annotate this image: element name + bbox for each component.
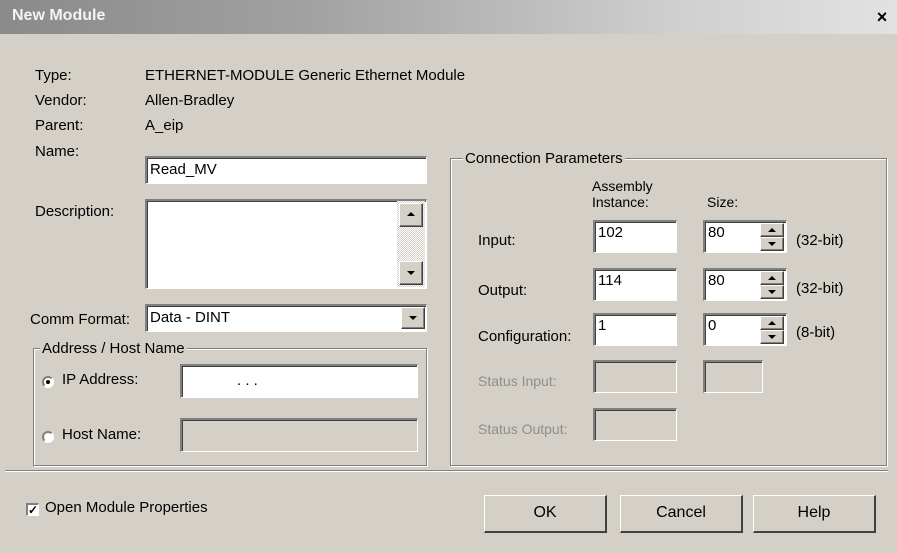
parent-value: A_eip [145, 117, 184, 134]
scroll-up-icon [407, 212, 415, 216]
radio-selected-dot [46, 380, 50, 384]
output-size-up-button[interactable] [760, 271, 784, 285]
output-instance-field[interactable]: 114 [593, 268, 677, 301]
parent-label: Parent: [35, 117, 84, 134]
comm-format-label: Comm Format: [30, 311, 131, 328]
configuration-size-spinner[interactable]: 0 [703, 313, 787, 346]
input-instance-field[interactable]: 102 [593, 220, 677, 253]
assembly-header-line1: Assembly [592, 178, 653, 194]
configuration-unit: (8-bit) [796, 324, 836, 341]
status-output-label: Status Output: [478, 421, 568, 437]
host-name-radio[interactable] [42, 431, 54, 443]
ip-address-field[interactable]: . . . [180, 364, 418, 398]
window-title: New Module [12, 7, 106, 24]
vendor-value: Allen-Bradley [145, 92, 235, 109]
arrow-up-icon [768, 228, 776, 232]
status-output-instance-field [593, 408, 677, 441]
type-label: Type: [35, 67, 72, 84]
cancel-button[interactable]: Cancel [620, 495, 743, 533]
title-bar [0, 0, 897, 34]
description-label: Description: [35, 203, 115, 220]
scroll-down-button[interactable] [399, 261, 423, 285]
input-unit: (32-bit) [796, 232, 844, 249]
check-icon: ✓ [28, 503, 39, 517]
arrow-down-icon [768, 335, 776, 339]
input-size-up-button[interactable] [760, 223, 784, 237]
configuration-instance-value: 1 [598, 317, 607, 334]
output-size-value: 80 [708, 272, 725, 289]
arrow-up-icon [768, 276, 776, 280]
output-size-down-button[interactable] [760, 285, 784, 299]
scroll-up-button[interactable] [399, 203, 423, 227]
name-label: Name: [35, 143, 80, 160]
name-field[interactable]: Read_MV [145, 156, 427, 184]
output-unit: (32-bit) [796, 280, 844, 297]
status-input-size-field [703, 360, 763, 393]
output-label: Output: [478, 282, 528, 299]
input-label: Input: [478, 232, 516, 249]
output-instance-value: 114 [598, 272, 622, 289]
ip-address-value: . . . [237, 372, 258, 389]
comm-format-value: Data - DINT [150, 309, 231, 326]
output-size-spinner[interactable]: 80 [703, 268, 787, 301]
chevron-down-icon [409, 316, 417, 320]
description-field[interactable] [145, 199, 427, 289]
ok-button[interactable]: OK [484, 495, 607, 533]
type-value: ETHERNET-MODULE Generic Ethernet Module [145, 67, 466, 84]
status-input-instance-field [593, 360, 677, 393]
host-name-label: Host Name: [62, 426, 142, 443]
ip-address-label: IP Address: [62, 371, 139, 388]
input-size-value: 80 [708, 224, 725, 241]
open-module-properties-checkbox[interactable]: ✓ [26, 503, 39, 516]
open-module-properties-label: Open Module Properties [45, 499, 208, 516]
comm-format-dropdown-button[interactable] [401, 307, 425, 329]
scroll-down-icon [407, 271, 415, 275]
arrow-up-icon [768, 321, 776, 325]
input-instance-value: 102 [598, 224, 624, 241]
comm-format-select[interactable]: Data - DINT [145, 304, 427, 332]
configuration-size-value: 0 [708, 317, 717, 334]
status-input-label: Status Input: [478, 373, 557, 389]
arrow-down-icon [768, 290, 776, 294]
configuration-size-up-button[interactable] [760, 316, 784, 330]
input-size-down-button[interactable] [760, 237, 784, 251]
ip-address-radio[interactable] [42, 376, 54, 388]
close-icon[interactable]: × [874, 8, 890, 26]
host-name-field[interactable] [180, 418, 418, 452]
name-field-value: Read_MV [150, 161, 217, 178]
configuration-label: Configuration: [478, 328, 572, 345]
help-button[interactable]: Help [753, 495, 876, 533]
arrow-down-icon [768, 242, 776, 246]
input-size-spinner[interactable]: 80 [703, 220, 787, 253]
configuration-instance-field[interactable]: 1 [593, 313, 677, 346]
vendor-label: Vendor: [35, 92, 87, 109]
separator [5, 470, 888, 472]
assembly-header-line2: Instance: [592, 194, 649, 210]
address-group-title: Address / Host Name [40, 340, 187, 357]
configuration-size-down-button[interactable] [760, 330, 784, 344]
size-header: Size: [707, 194, 739, 210]
connection-parameters-title: Connection Parameters [463, 150, 625, 167]
